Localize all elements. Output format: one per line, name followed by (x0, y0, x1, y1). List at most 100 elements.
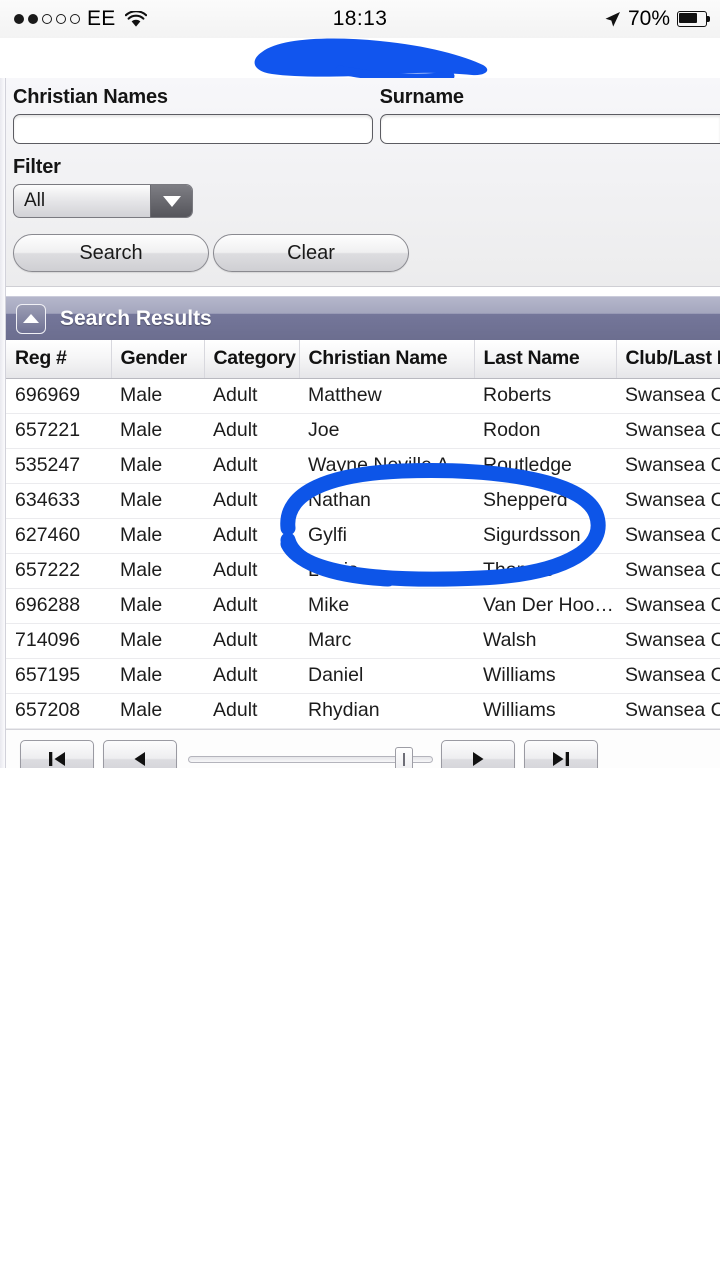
category-cell: Adult (204, 693, 299, 729)
christian-name-cell: Gylfi (299, 518, 474, 554)
table-row[interactable]: 696969 Male Adult Matthew Roberts Swansea Ci (6, 378, 720, 414)
collapse-panel-button[interactable] (16, 303, 46, 334)
results-table: Reg # Gender Category Christian Name Las… (6, 340, 720, 729)
chevron-up-icon (23, 314, 39, 323)
gender-cell: Male (111, 588, 204, 624)
last-name-cell: Roberts (474, 378, 616, 414)
category-cell: Adult (204, 483, 299, 519)
last-page-button[interactable] (524, 740, 598, 768)
table-row[interactable]: 535247 Male Adult Wayne Neville A… Routledge… (6, 448, 720, 484)
column-header-reg[interactable]: Reg # (6, 340, 112, 379)
last-name-cell: Rodon (474, 413, 616, 449)
filter-label: Filter (13, 156, 61, 178)
gender-cell: Male (111, 413, 204, 449)
next-page-button[interactable] (441, 740, 515, 768)
gender-cell: Male (111, 448, 204, 484)
club-cell: Swansea Ci (616, 588, 720, 624)
reg-cell: 657195 (6, 658, 111, 694)
gender-cell: Male (111, 378, 204, 414)
club-cell: Swansea Ci (616, 623, 720, 659)
clear-button[interactable]: Clear (213, 234, 409, 272)
form-buttons-row: Search Clear (6, 234, 720, 272)
results-table-body: 696969 Male Adult Matthew Roberts Swansea Ci 6… (6, 378, 720, 729)
christian-names-field-group: Christian Names (6, 86, 373, 144)
filter-field-group: Filter All (6, 156, 720, 218)
last-name-cell: Shepperd (474, 483, 616, 519)
club-cell: Swansea Ci (616, 553, 720, 589)
status-bar-right: 70% (604, 0, 710, 38)
christian-name-cell: Joe (299, 413, 474, 449)
christian-name-cell: Lewis (299, 553, 474, 589)
screen: EE 18:13 70% Christian Names Surname Fil… (0, 0, 720, 1280)
table-row[interactable]: 627460 Male Adult Gylfi Sigurdsson Swansea Ci (6, 518, 720, 554)
christian-name-cell: Daniel (299, 658, 474, 694)
slider-thumb[interactable] (394, 747, 413, 768)
table-row[interactable]: 657222 Male Adult Lewis Thomas Swansea Ci (6, 553, 720, 589)
last-name-cell: Walsh (474, 623, 616, 659)
reg-cell: 535247 (6, 448, 111, 484)
club-cell: Swansea Ci (616, 518, 720, 554)
christian-name-cell: Matthew (299, 378, 474, 414)
search-button[interactable]: Search (13, 234, 209, 272)
club-cell: Swansea Ci (616, 378, 720, 414)
ios-status-bar: EE 18:13 70% (0, 0, 720, 38)
search-form: Christian Names Surname Filter All Searc… (6, 78, 720, 287)
table-row[interactable]: 696288 Male Adult Mike Van Der Hoo… Swansea C… (6, 588, 720, 624)
surname-input[interactable] (379, 114, 720, 144)
category-cell: Adult (204, 553, 299, 589)
gender-cell: Male (111, 553, 204, 589)
table-row[interactable]: 634633 Male Adult Nathan Shepperd Swansea Ci (6, 483, 720, 519)
surname-field-group: Surname (373, 86, 720, 144)
club-cell: Swansea Ci (616, 658, 720, 694)
filter-selected-value: All (24, 190, 46, 211)
gender-cell: Male (111, 483, 204, 519)
club-cell: Swansea Ci (616, 693, 720, 729)
category-cell: Adult (204, 448, 299, 484)
gender-cell: Male (111, 693, 204, 729)
category-cell: Adult (204, 413, 299, 449)
location-arrow-icon (604, 11, 621, 28)
name-fields-row: Christian Names Surname (6, 86, 720, 144)
christian-name-cell: Nathan (299, 483, 474, 519)
dropdown-button[interactable] (150, 185, 192, 217)
last-name-cell: Routledge (474, 448, 616, 484)
pagination-bar (6, 729, 720, 768)
reg-cell: 657208 (6, 693, 111, 729)
table-row[interactable]: 657195 Male Adult Daniel Williams Swansea Ci (6, 658, 720, 694)
christian-names-input[interactable] (13, 114, 373, 144)
reg-cell: 714096 (6, 623, 111, 659)
last-name-cell: Thomas (474, 553, 616, 589)
page-slider[interactable] (188, 740, 433, 768)
column-header-last-name[interactable]: Last Name (474, 340, 617, 379)
table-row[interactable]: 657208 Male Adult Rhydian Williams Swansea Ci (6, 693, 720, 729)
christian-name-cell: Mike (299, 588, 474, 624)
column-header-club[interactable]: Club/Last K (616, 340, 720, 379)
reg-cell: 657221 (6, 413, 111, 449)
christian-names-label: Christian Names (13, 86, 168, 108)
column-header-christian-name[interactable]: Christian Name (299, 340, 475, 379)
search-results-title: Search Results (60, 306, 212, 330)
table-row[interactable]: 657221 Male Adult Joe Rodon Swansea Ci (6, 413, 720, 449)
last-name-cell: Van Der Hoo… (474, 588, 616, 624)
previous-page-button[interactable] (103, 740, 177, 768)
club-cell: Swansea Ci (616, 413, 720, 449)
table-row[interactable]: 714096 Male Adult Marc Walsh Swansea Ci (6, 623, 720, 659)
reg-cell: 696288 (6, 588, 111, 624)
filter-dropdown[interactable]: All (13, 184, 193, 218)
gender-cell: Male (111, 658, 204, 694)
pagination-controls (6, 740, 720, 768)
club-cell: Swansea Ci (616, 448, 720, 484)
category-cell: Adult (204, 378, 299, 414)
reg-cell: 627460 (6, 518, 111, 554)
category-cell: Adult (204, 518, 299, 554)
surname-label: Surname (379, 86, 464, 108)
battery-percent-label: 70% (627, 7, 670, 30)
category-cell: Adult (204, 588, 299, 624)
first-page-button[interactable] (20, 740, 94, 768)
last-name-cell: Williams (474, 693, 616, 729)
last-name-cell: Sigurdsson (474, 518, 616, 554)
reg-cell: 696969 (6, 378, 111, 414)
battery-icon (677, 11, 710, 27)
column-header-category[interactable]: Category (204, 340, 300, 379)
column-header-gender[interactable]: Gender (111, 340, 205, 379)
